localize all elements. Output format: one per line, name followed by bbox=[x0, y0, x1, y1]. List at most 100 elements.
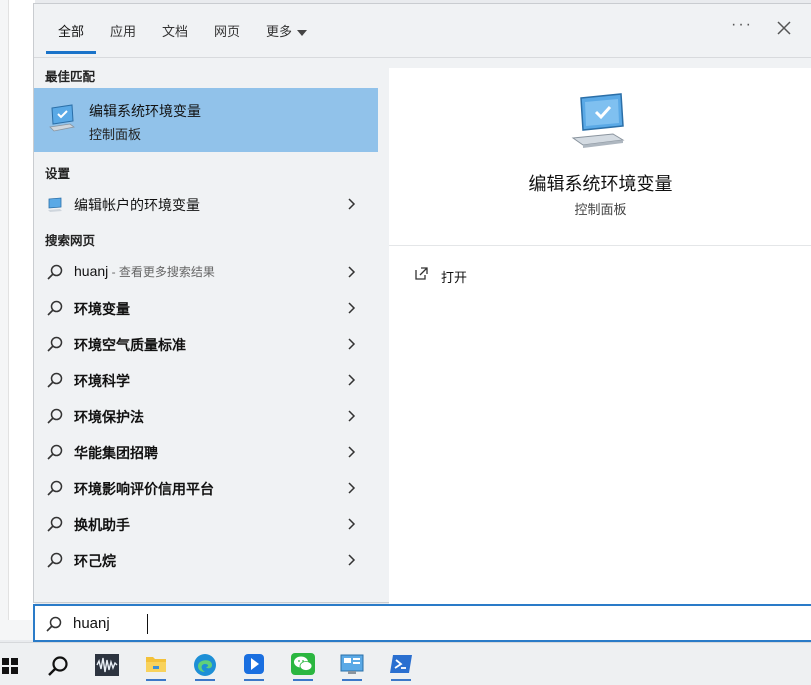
web-result-item[interactable]: 环己烷 bbox=[34, 542, 378, 578]
web-result-hint: - 查看更多搜索结果 bbox=[108, 265, 215, 279]
chevron-right-icon bbox=[348, 482, 356, 494]
background-document bbox=[0, 0, 35, 640]
web-result-item[interactable]: 华能集团招聘 bbox=[34, 434, 378, 470]
web-result-label: 华能集团招聘 bbox=[74, 445, 158, 461]
close-icon[interactable] bbox=[773, 17, 795, 39]
web-result-item[interactable]: huanj - 查看更多搜索结果 bbox=[34, 254, 378, 290]
preview-title: 编辑系统环境变量 bbox=[528, 174, 673, 194]
taskbar-powershell[interactable] bbox=[381, 648, 421, 682]
search-scope-tabs: 全部 应用 文档 网页 更多 ··· bbox=[34, 4, 811, 58]
search-input[interactable] bbox=[73, 612, 673, 634]
web-result-label: 环境保护法 bbox=[74, 409, 144, 425]
tab-documents[interactable]: 文档 bbox=[162, 21, 188, 40]
search-icon bbox=[47, 336, 63, 352]
open-label: 打开 bbox=[441, 270, 468, 285]
tab-apps[interactable]: 应用 bbox=[110, 21, 136, 40]
preview-pane: 编辑系统环境变量 控制面板 打开 bbox=[389, 68, 811, 604]
web-result-item[interactable]: 环境影响评价信用平台 bbox=[34, 470, 378, 506]
waveform-icon bbox=[95, 654, 119, 676]
chevron-right-icon bbox=[348, 518, 356, 530]
search-icon bbox=[47, 480, 63, 496]
search-icon bbox=[47, 516, 63, 532]
results-list: 最佳匹配 编辑系统环境变量 控制面板 设置 编辑帐户的环境变量 搜索网页 hua… bbox=[34, 58, 378, 604]
chevron-right-icon bbox=[348, 446, 356, 458]
background-page-edge bbox=[8, 0, 35, 620]
taskbar-edge[interactable] bbox=[185, 648, 225, 682]
preview-subtitle: 控制面板 bbox=[574, 202, 627, 217]
taskbar-file-explorer[interactable] bbox=[136, 648, 176, 682]
search-icon bbox=[47, 264, 63, 280]
best-match-subtitle: 控制面板 bbox=[89, 127, 142, 142]
tab-more-label: 更多 bbox=[266, 24, 293, 39]
running-indicator bbox=[195, 679, 215, 681]
chevron-right-icon bbox=[348, 338, 356, 350]
chevron-right-icon bbox=[348, 198, 356, 210]
wechat-icon bbox=[291, 653, 315, 675]
open-external-icon bbox=[415, 267, 428, 280]
taskbar bbox=[0, 642, 811, 685]
web-result-label: 环境科学 bbox=[74, 373, 130, 389]
taskbar-control-panel[interactable] bbox=[332, 648, 372, 682]
taskbar-search[interactable] bbox=[38, 648, 78, 682]
best-match-title: 编辑系统环境变量 bbox=[89, 103, 201, 119]
web-search-heading: 搜索网页 bbox=[45, 234, 96, 248]
web-result-query: huanj bbox=[74, 263, 109, 279]
web-result-label: 环境变量 bbox=[74, 301, 130, 317]
text-caret bbox=[147, 614, 148, 634]
monitor-check-icon bbox=[571, 93, 625, 148]
web-result-item[interactable]: 环境科学 bbox=[34, 362, 378, 398]
powershell-icon bbox=[390, 655, 412, 673]
running-indicator bbox=[244, 679, 264, 681]
search-icon bbox=[47, 444, 63, 460]
taskbar-audio-app[interactable] bbox=[87, 648, 127, 682]
taskbar-start[interactable] bbox=[0, 648, 40, 682]
settings-item-label: 编辑帐户的环境变量 bbox=[74, 197, 200, 213]
running-indicator bbox=[146, 679, 166, 681]
web-result-label: 环境影响评价信用平台 bbox=[74, 481, 214, 497]
edge-browser-icon bbox=[194, 654, 216, 676]
web-result-item[interactable]: 环境变量 bbox=[34, 290, 378, 326]
search-icon bbox=[47, 300, 63, 316]
tab-all[interactable]: 全部 bbox=[58, 21, 84, 40]
chevron-right-icon bbox=[348, 374, 356, 386]
best-match-heading: 最佳匹配 bbox=[45, 70, 96, 84]
open-button[interactable]: 打开 bbox=[413, 264, 513, 286]
web-result-label: 环己烷 bbox=[74, 553, 116, 569]
bookmark-app-icon bbox=[244, 654, 264, 674]
active-tab-indicator bbox=[46, 51, 96, 54]
preview-divider bbox=[389, 245, 811, 246]
folder-icon bbox=[146, 657, 166, 672]
settings-heading: 设置 bbox=[45, 167, 71, 181]
search-icon bbox=[47, 408, 63, 424]
tab-more[interactable]: 更多 bbox=[266, 21, 308, 40]
tab-web[interactable]: 网页 bbox=[214, 21, 240, 40]
search-icon bbox=[48, 656, 68, 676]
settings-item-edit-account-env[interactable]: 编辑帐户的环境变量 bbox=[34, 186, 378, 222]
running-indicator bbox=[391, 679, 411, 681]
ellipsis-icon[interactable]: ··· bbox=[731, 16, 753, 34]
search-icon bbox=[47, 372, 63, 388]
search-icon bbox=[47, 552, 63, 568]
web-result-item[interactable]: 换机助手 bbox=[34, 506, 378, 542]
control-panel-icon bbox=[340, 654, 364, 674]
web-result-item[interactable]: 环境保护法 bbox=[34, 398, 378, 434]
web-result-label: 环境空气质量标准 bbox=[74, 337, 186, 353]
chevron-right-icon bbox=[348, 410, 356, 422]
chevron-down-icon bbox=[297, 29, 308, 36]
search-bar bbox=[33, 604, 811, 642]
monitor-check-icon bbox=[49, 104, 75, 132]
monitor-settings-icon bbox=[48, 197, 62, 212]
search-icon bbox=[46, 616, 62, 632]
web-result-label: huanj - 查看更多搜索结果 bbox=[74, 263, 215, 280]
taskbar-wechat[interactable] bbox=[283, 648, 323, 682]
running-indicator bbox=[342, 679, 362, 681]
windows-search-panel: 全部 应用 文档 网页 更多 ··· 最佳匹配 编辑系统环境变量 控制面板 设置 bbox=[33, 3, 811, 604]
chevron-right-icon bbox=[348, 302, 356, 314]
web-result-item[interactable]: 环境空气质量标准 bbox=[34, 326, 378, 362]
chevron-right-icon bbox=[348, 266, 356, 278]
web-result-label: 换机助手 bbox=[74, 517, 130, 533]
running-indicator bbox=[293, 679, 313, 681]
best-match-result[interactable]: 编辑系统环境变量 控制面板 bbox=[34, 88, 378, 152]
chevron-right-icon bbox=[348, 554, 356, 566]
taskbar-feishu[interactable] bbox=[234, 648, 274, 682]
